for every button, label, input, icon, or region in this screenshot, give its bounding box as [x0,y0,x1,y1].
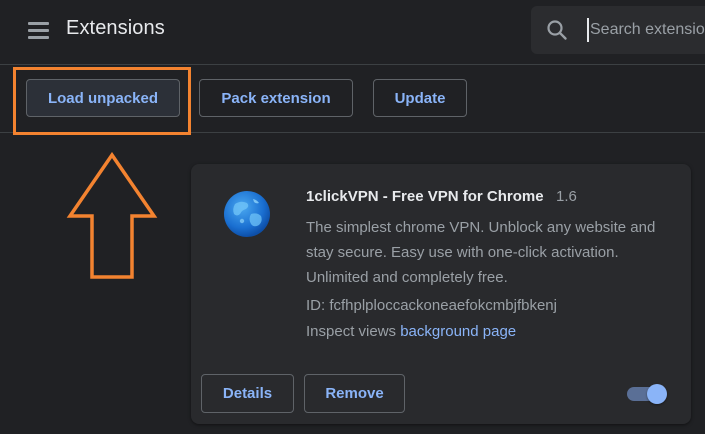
toggle-thumb [647,384,667,404]
header-bar: Extensions [0,0,705,65]
page-title: Extensions [66,17,165,39]
enable-toggle[interactable] [627,384,667,404]
details-button[interactable]: Details [201,374,294,413]
extension-id: ID: fcfhplploccackoneaefokcmbjfbkenj [306,297,557,314]
search-icon [547,20,567,40]
update-button[interactable]: Update [373,79,467,117]
search-input[interactable] [587,18,705,42]
inspect-views: Inspect views background page [306,323,516,340]
inspect-views-label: Inspect views [306,323,397,340]
developer-toolbar: Load unpacked Pack extension Update [0,65,705,133]
extension-version: 1.6 [556,188,577,205]
extension-description: The simplest chrome VPN. Unblock any web… [306,219,656,286]
remove-button[interactable]: Remove [304,374,405,413]
extension-name: 1clickVPN - Free VPN for Chrome [306,188,544,205]
hamburger-menu-icon[interactable] [28,20,50,40]
search-box[interactable] [531,6,705,54]
background-page-link[interactable]: background page [400,323,516,340]
globe-icon [224,191,270,237]
load-unpacked-button[interactable]: Load unpacked [26,79,180,117]
extensions-page: Extensions Load unpacked Pack extension … [0,0,705,434]
extension-card: 1clickVPN - Free VPN for Chrome 1.6 The … [191,164,691,424]
pack-extension-button[interactable]: Pack extension [199,79,353,117]
up-arrow-annotation [66,152,158,279]
